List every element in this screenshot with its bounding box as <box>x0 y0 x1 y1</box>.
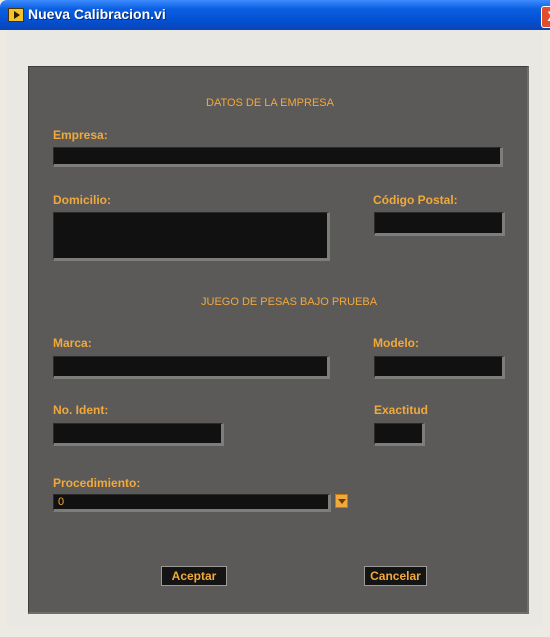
close-icon[interactable]: X <box>541 6 550 28</box>
calibration-form-panel: DATOS DE LA EMPRESA Empresa: Domicilio: … <box>28 66 529 614</box>
codigo-postal-label: Código Postal: <box>373 193 458 207</box>
marca-label: Marca: <box>53 336 92 350</box>
chevron-down-icon[interactable] <box>335 494 348 508</box>
empresa-label: Empresa: <box>53 128 108 142</box>
domicilio-label: Domicilio: <box>53 193 112 207</box>
modelo-label: Modelo: <box>373 336 419 350</box>
procedimiento-value: 0 <box>58 496 65 508</box>
exactitud-field[interactable] <box>374 423 425 446</box>
modelo-field[interactable] <box>374 356 505 379</box>
procedimiento-select[interactable]: 0 <box>53 494 331 512</box>
empresa-field[interactable] <box>53 147 503 167</box>
domicilio-field[interactable] <box>53 212 330 261</box>
procedimiento-label: Procedimiento: <box>53 476 141 490</box>
exactitud-label: Exactitud <box>374 403 429 417</box>
labview-vi-icon[interactable] <box>8 8 24 22</box>
no-ident-label: No. Ident: <box>53 403 109 417</box>
section-title-pesas: JUEGO DE PESAS BAJO PRUEBA <box>201 296 378 308</box>
window-titlebar[interactable]: Nueva Calibracion.vi X <box>0 0 550 30</box>
window-title: Nueva Calibracion.vi <box>28 6 166 22</box>
codigo-postal-field[interactable] <box>374 212 505 236</box>
no-ident-field[interactable] <box>53 423 224 446</box>
accept-button[interactable]: Aceptar <box>161 566 227 586</box>
section-title-empresa: DATOS DE LA EMPRESA <box>206 97 334 109</box>
cancel-button[interactable]: Cancelar <box>364 566 427 586</box>
marca-field[interactable] <box>53 356 330 379</box>
